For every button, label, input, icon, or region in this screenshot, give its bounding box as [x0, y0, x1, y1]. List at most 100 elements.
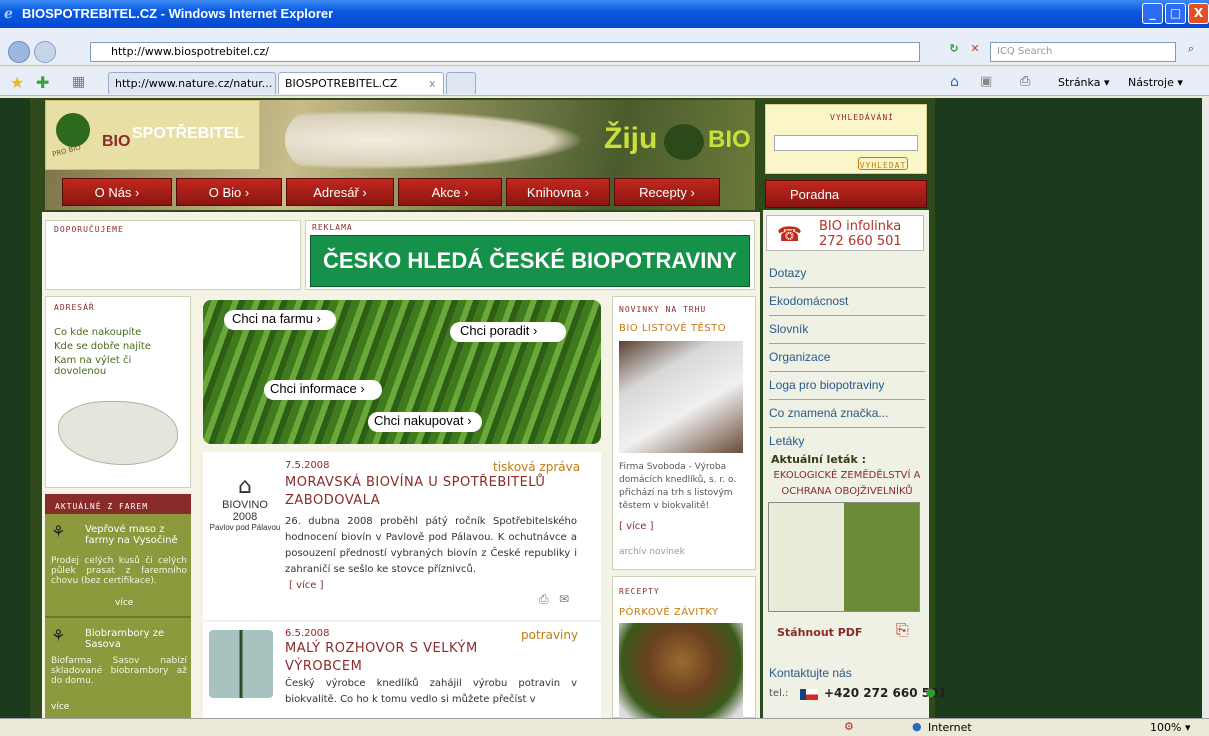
nav-adresar[interactable]: Adresář ›: [286, 178, 394, 206]
btn-label: Chci informace: [270, 381, 357, 396]
quick-tabs-icon[interactable]: ▦: [72, 74, 85, 90]
czech-map[interactable]: [58, 401, 178, 465]
reklama-box: REKLAMA ČESKO HLEDÁ ČESKÉ BIOPOTRAVINY: [305, 220, 755, 290]
farm-icon: ⚘: [51, 626, 66, 645]
nav-label: O Bio: [208, 185, 242, 200]
recepty-box: RECEPTY PÓRKOVÉ ZÁVITKY: [612, 576, 756, 719]
news-1-tag[interactable]: tisková zpráva: [493, 460, 580, 474]
search-icon[interactable]: ⌕: [1180, 42, 1202, 62]
novinky-more[interactable]: [ více ]: [619, 521, 654, 532]
nav-knihovna[interactable]: Knihovna ›: [506, 178, 610, 206]
letak-title[interactable]: EKOLOGICKÉ ZEMĚDĚLSTVÍ A OCHRANA OBOJŽIV…: [769, 468, 925, 500]
new-tab-button[interactable]: [446, 72, 476, 94]
site-logo[interactable]: PRO BIO BIO SPOTŘEBITEL: [45, 100, 260, 170]
link-dotazy[interactable]: Dotazy: [769, 260, 925, 288]
farm-item-1-more[interactable]: více: [115, 598, 133, 608]
site-search-input[interactable]: [774, 135, 918, 151]
link-slovnik[interactable]: Slovník: [769, 316, 925, 344]
adresar-link-nakup[interactable]: Co kde nakoupíte: [54, 327, 141, 338]
nav-o-bio[interactable]: O Bio ›: [176, 178, 282, 206]
security-icon: ⚙: [844, 720, 854, 733]
link-organizace[interactable]: Organizace: [769, 344, 925, 372]
novinky-item-title[interactable]: BIO LISTOVÉ TĚSTO: [619, 323, 726, 334]
letak-image[interactable]: [768, 502, 920, 612]
window-titlebar: ℯ BIOSPOTREBITEL.CZ - Windows Internet E…: [0, 0, 1209, 28]
nav-akce[interactable]: Akce ›: [398, 178, 502, 206]
site-search-button[interactable]: VYHLEDAT: [858, 157, 908, 170]
knedliky-image[interactable]: [209, 630, 273, 698]
nav-recepty[interactable]: Recepty ›: [614, 178, 720, 206]
back-button[interactable]: [8, 41, 30, 63]
infolinka-box[interactable]: ☎ BIO infolinka 272 660 501: [766, 215, 924, 251]
print-article-icon[interactable]: ⎙: [539, 592, 549, 607]
minimize-button[interactable]: _: [1142, 3, 1163, 24]
pdf-link[interactable]: Stáhnout PDF: [777, 626, 862, 639]
pdf-icon[interactable]: ⎘: [896, 620, 909, 640]
tools-menu[interactable]: Nástroje ▾: [1128, 76, 1183, 89]
scrollbar[interactable]: [1202, 98, 1209, 718]
btn-chci-nakupovat[interactable]: Chci nakupovat ›: [368, 412, 482, 432]
print-icon[interactable]: ⎙: [1020, 74, 1030, 89]
tab-nature[interactable]: http://www.nature.cz/natur...: [108, 72, 276, 94]
czech-flag-icon: [800, 689, 818, 700]
link-loga[interactable]: Loga pro biopotraviny: [769, 372, 925, 400]
nav-label: Knihovna: [526, 185, 582, 200]
ad-banner-text: ČESKO HLEDÁ ČESKÉ BIOPOTRAVINY: [323, 248, 737, 273]
status-bar: ⚙ ● Internet 100% ▾: [0, 718, 1209, 736]
adresar-link-jidlo[interactable]: Kde se dobře najíte: [54, 341, 151, 352]
btn-chci-na-farmu[interactable]: Chci na farmu ›: [224, 310, 336, 330]
forward-button[interactable]: [34, 41, 56, 63]
sheep-image: [285, 110, 585, 170]
zoom-control[interactable]: 100% ▾: [1150, 721, 1190, 734]
news-2-date: 6.5.2008: [285, 628, 330, 639]
recepty-item-title[interactable]: PÓRKOVÉ ZÁVITKY: [619, 607, 719, 618]
farm-icon: ⚘: [51, 522, 66, 541]
tools-menu-label: Nástroje: [1128, 76, 1174, 89]
kontakt-label[interactable]: Kontaktujte nás: [769, 666, 852, 680]
link-ekodomacnost[interactable]: Ekodomácnost: [769, 288, 925, 316]
farm-item-1-title[interactable]: Vepřové maso z farmy na Vysočině: [85, 524, 185, 546]
feeds-icon[interactable]: ▣: [980, 74, 992, 89]
url-input[interactable]: http://www.biospotrebitel.cz/: [90, 42, 920, 62]
biovino-logo: ⌂ BIOVINO 2008 Pavlov pod Pálavou: [209, 474, 281, 540]
farm-item-2-title[interactable]: Biobrambory ze Sasova: [85, 628, 185, 650]
news-item-2: 6.5.2008 potraviny MALÝ ROZHOVOR S VELKÝ…: [203, 622, 601, 718]
zone-label: Internet: [928, 721, 972, 734]
btn-chci-informace[interactable]: Chci informace ›: [264, 380, 382, 400]
tab-biospotrebitel[interactable]: BIOSPOTREBITEL.CZ x: [278, 72, 444, 94]
news-1-title[interactable]: MORAVSKÁ BIOVÍNA U SPOTŘEBITELŮ ZABODOVA…: [285, 474, 565, 510]
news-1-more[interactable]: [ více ]: [289, 580, 324, 591]
nav-label: Recepty: [639, 185, 687, 200]
phone-icon: ☎: [777, 222, 802, 246]
skype-icon[interactable]: ●: [926, 686, 936, 699]
favorites-icon[interactable]: ★: [10, 73, 24, 92]
page-menu[interactable]: Stránka ▾: [1058, 76, 1109, 89]
maximize-button[interactable]: □: [1165, 3, 1186, 24]
poradna-label: Poradna: [790, 187, 840, 202]
novinky-archive[interactable]: archív novinek: [619, 547, 685, 557]
porkove-zavitky-image[interactable]: [619, 623, 743, 719]
listove-testo-image[interactable]: [619, 341, 743, 453]
tab-close-button[interactable]: x: [429, 77, 436, 90]
stop-button[interactable]: ✕: [966, 42, 984, 62]
home-icon[interactable]: ⌂: [950, 74, 959, 90]
farm-item-2-more[interactable]: více: [51, 702, 69, 712]
link-znacka[interactable]: Co znamená značka...: [769, 400, 925, 428]
refresh-button[interactable]: ↻: [945, 42, 963, 62]
link-letaky[interactable]: Letáky: [769, 428, 925, 456]
biovino-logo-text: BIOVINO 2008: [222, 499, 268, 523]
news-2-title[interactable]: MALÝ ROZHOVOR S VELKÝM VÝROBCEM: [285, 640, 505, 676]
email-article-icon[interactable]: ✉: [559, 592, 569, 606]
nav-o-nas[interactable]: O Nás ›: [62, 178, 172, 206]
search-input[interactable]: ICQ Search: [990, 42, 1176, 62]
farm-divider: [45, 616, 191, 618]
toolbar-spacer: [0, 28, 1209, 38]
adresar-link-vylet[interactable]: Kam na výlet či dovolenou: [54, 355, 178, 377]
news-2-tag[interactable]: potraviny: [521, 628, 578, 642]
btn-chci-poradit[interactable]: Chci poradit ›: [450, 322, 566, 342]
poradna-header[interactable]: Poradna: [765, 180, 927, 208]
ad-banner[interactable]: ČESKO HLEDÁ ČESKÉ BIOPOTRAVINY: [310, 235, 750, 287]
close-button[interactable]: X: [1188, 3, 1209, 24]
castle-icon: ⌂: [238, 474, 252, 499]
add-favorites-icon[interactable]: ✚: [36, 73, 49, 92]
